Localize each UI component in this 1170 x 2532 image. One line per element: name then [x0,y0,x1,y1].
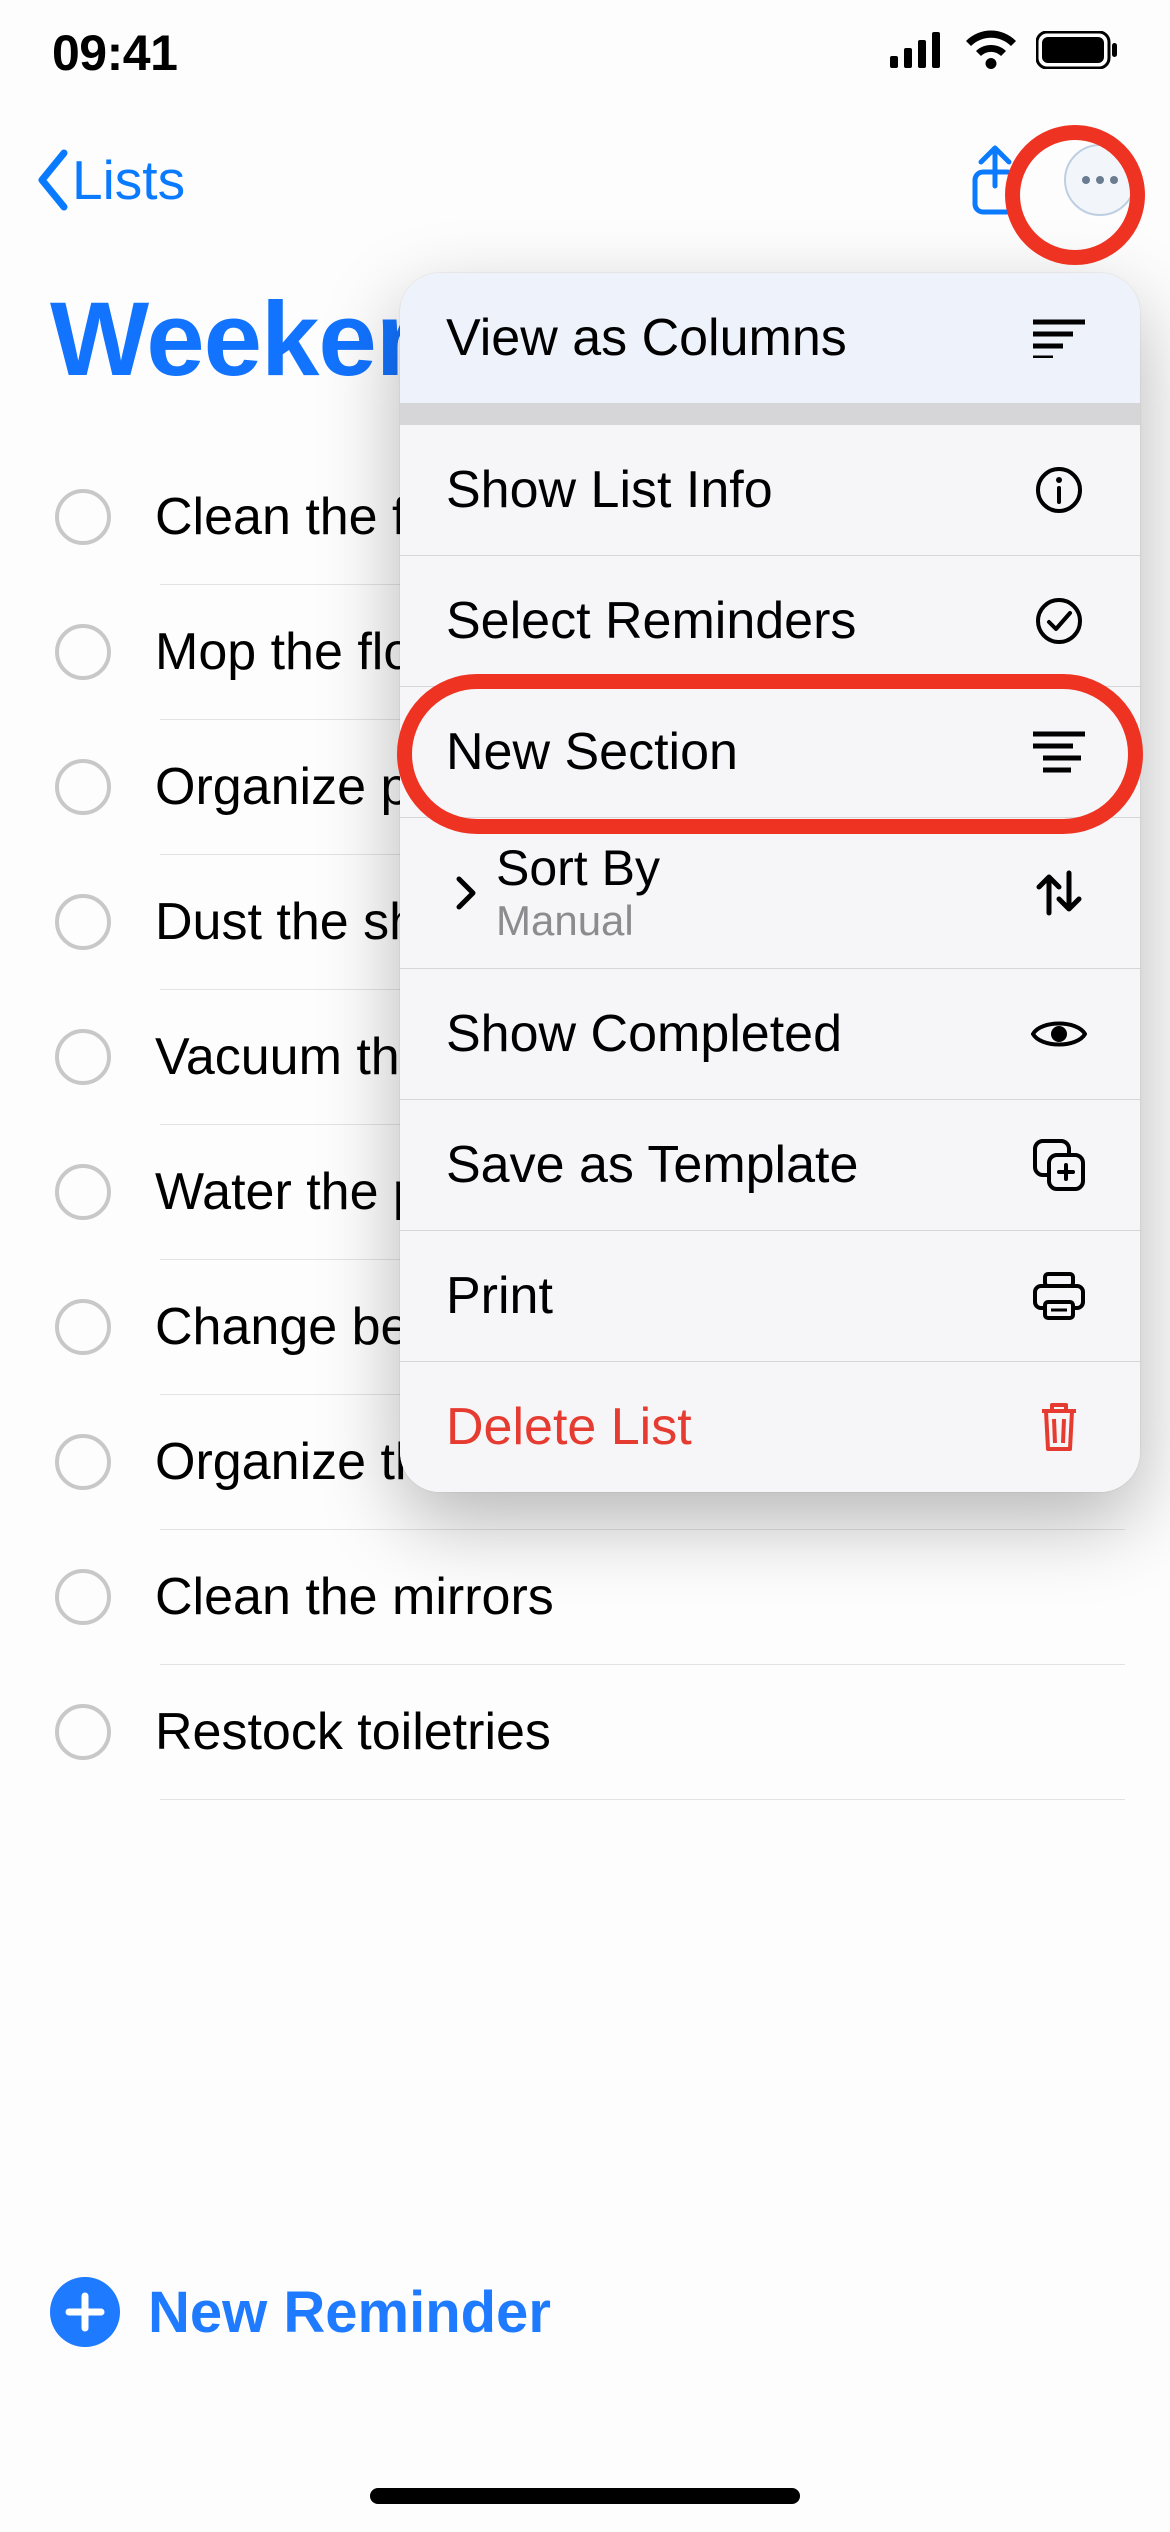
cellular-icon [890,32,946,73]
menu-label: Print [446,1266,1024,1326]
reminder-text: Mop the flo [155,622,412,682]
menu-print[interactable]: Print [400,1231,1140,1361]
reminder-text: Vacuum th [155,1027,400,1087]
menu-label: New Section [446,722,1024,782]
checkbox-unchecked-icon[interactable] [55,1164,111,1220]
menu-new-section[interactable]: New Section [400,687,1140,817]
more-button[interactable] [1060,140,1140,220]
info-icon [1024,466,1094,514]
trash-icon [1024,1401,1094,1453]
menu-save-as-template[interactable]: Save as Template [400,1100,1140,1230]
menu-label: Show Completed [446,1004,1024,1064]
back-button[interactable]: Lists [30,147,185,213]
reminder-text: Organize th [155,1432,424,1492]
list-title: Weeker [50,280,416,400]
more-menu: View as Columns Show List Info Select Re… [400,273,1140,1492]
checkmark-circle-icon [1024,597,1094,645]
menu-show-completed[interactable]: Show Completed [400,969,1140,1099]
status-time: 09:41 [52,24,177,82]
ellipsis-circle-icon [1064,144,1136,216]
checkbox-unchecked-icon[interactable] [55,759,111,815]
reminder-text: Change be [155,1297,409,1357]
status-icons [890,30,1118,75]
checkbox-unchecked-icon[interactable] [55,624,111,680]
menu-view-as-columns[interactable]: View as Columns [400,273,1140,403]
reminder-text: Water the p [155,1162,422,1222]
reminder-text: Restock toiletries [155,1702,551,1762]
checkbox-unchecked-icon[interactable] [55,1704,111,1760]
sort-by-value: Manual [496,898,1024,944]
wifi-icon [964,30,1018,75]
home-indicator [370,2488,800,2504]
checkbox-unchecked-icon[interactable] [55,1029,111,1085]
menu-delete-list[interactable]: Delete List [400,1362,1140,1492]
battery-icon [1036,31,1118,74]
menu-label: Select Reminders [446,591,1024,651]
menu-label: View as Columns [446,308,1024,368]
menu-label: Sort By [496,842,1024,895]
reminder-row[interactable]: Restock toiletries [0,1665,1170,1799]
reminder-text: Clean the f [155,487,407,547]
share-button[interactable] [957,143,1032,218]
checkbox-unchecked-icon[interactable] [55,894,111,950]
checkbox-unchecked-icon[interactable] [55,489,111,545]
list-indent-icon [1024,730,1094,774]
sort-arrows-icon [1024,869,1094,917]
plus-circle-icon [50,2277,120,2347]
menu-label: Delete List [446,1397,1024,1457]
columns-icon [1024,318,1094,358]
menu-show-list-info[interactable]: Show List Info [400,425,1140,555]
back-label: Lists [72,148,185,212]
reminder-text: Clean the mirrors [155,1567,554,1627]
chevron-right-icon [446,875,486,911]
share-icon [967,144,1023,216]
menu-label: Show List Info [446,460,1024,520]
new-reminder-button[interactable]: New Reminder [0,2262,1170,2362]
printer-icon [1024,1272,1094,1320]
checkbox-unchecked-icon[interactable] [55,1434,111,1490]
nav-bar: Lists [0,130,1170,230]
checkbox-unchecked-icon[interactable] [55,1569,111,1625]
menu-sort-by[interactable]: Sort By Manual [400,818,1140,968]
new-reminder-label: New Reminder [148,2279,551,2346]
menu-label: Save as Template [446,1135,1024,1195]
status-bar: 09:41 [0,0,1170,105]
chevron-left-icon [30,147,78,213]
eye-icon [1024,1016,1094,1052]
reminder-text: Dust the sh [155,892,418,952]
checkbox-unchecked-icon[interactable] [55,1299,111,1355]
template-plus-icon [1024,1139,1094,1191]
menu-select-reminders[interactable]: Select Reminders [400,556,1140,686]
reminder-row[interactable]: Clean the mirrors [0,1530,1170,1664]
reminder-text: Organize p [155,757,409,817]
